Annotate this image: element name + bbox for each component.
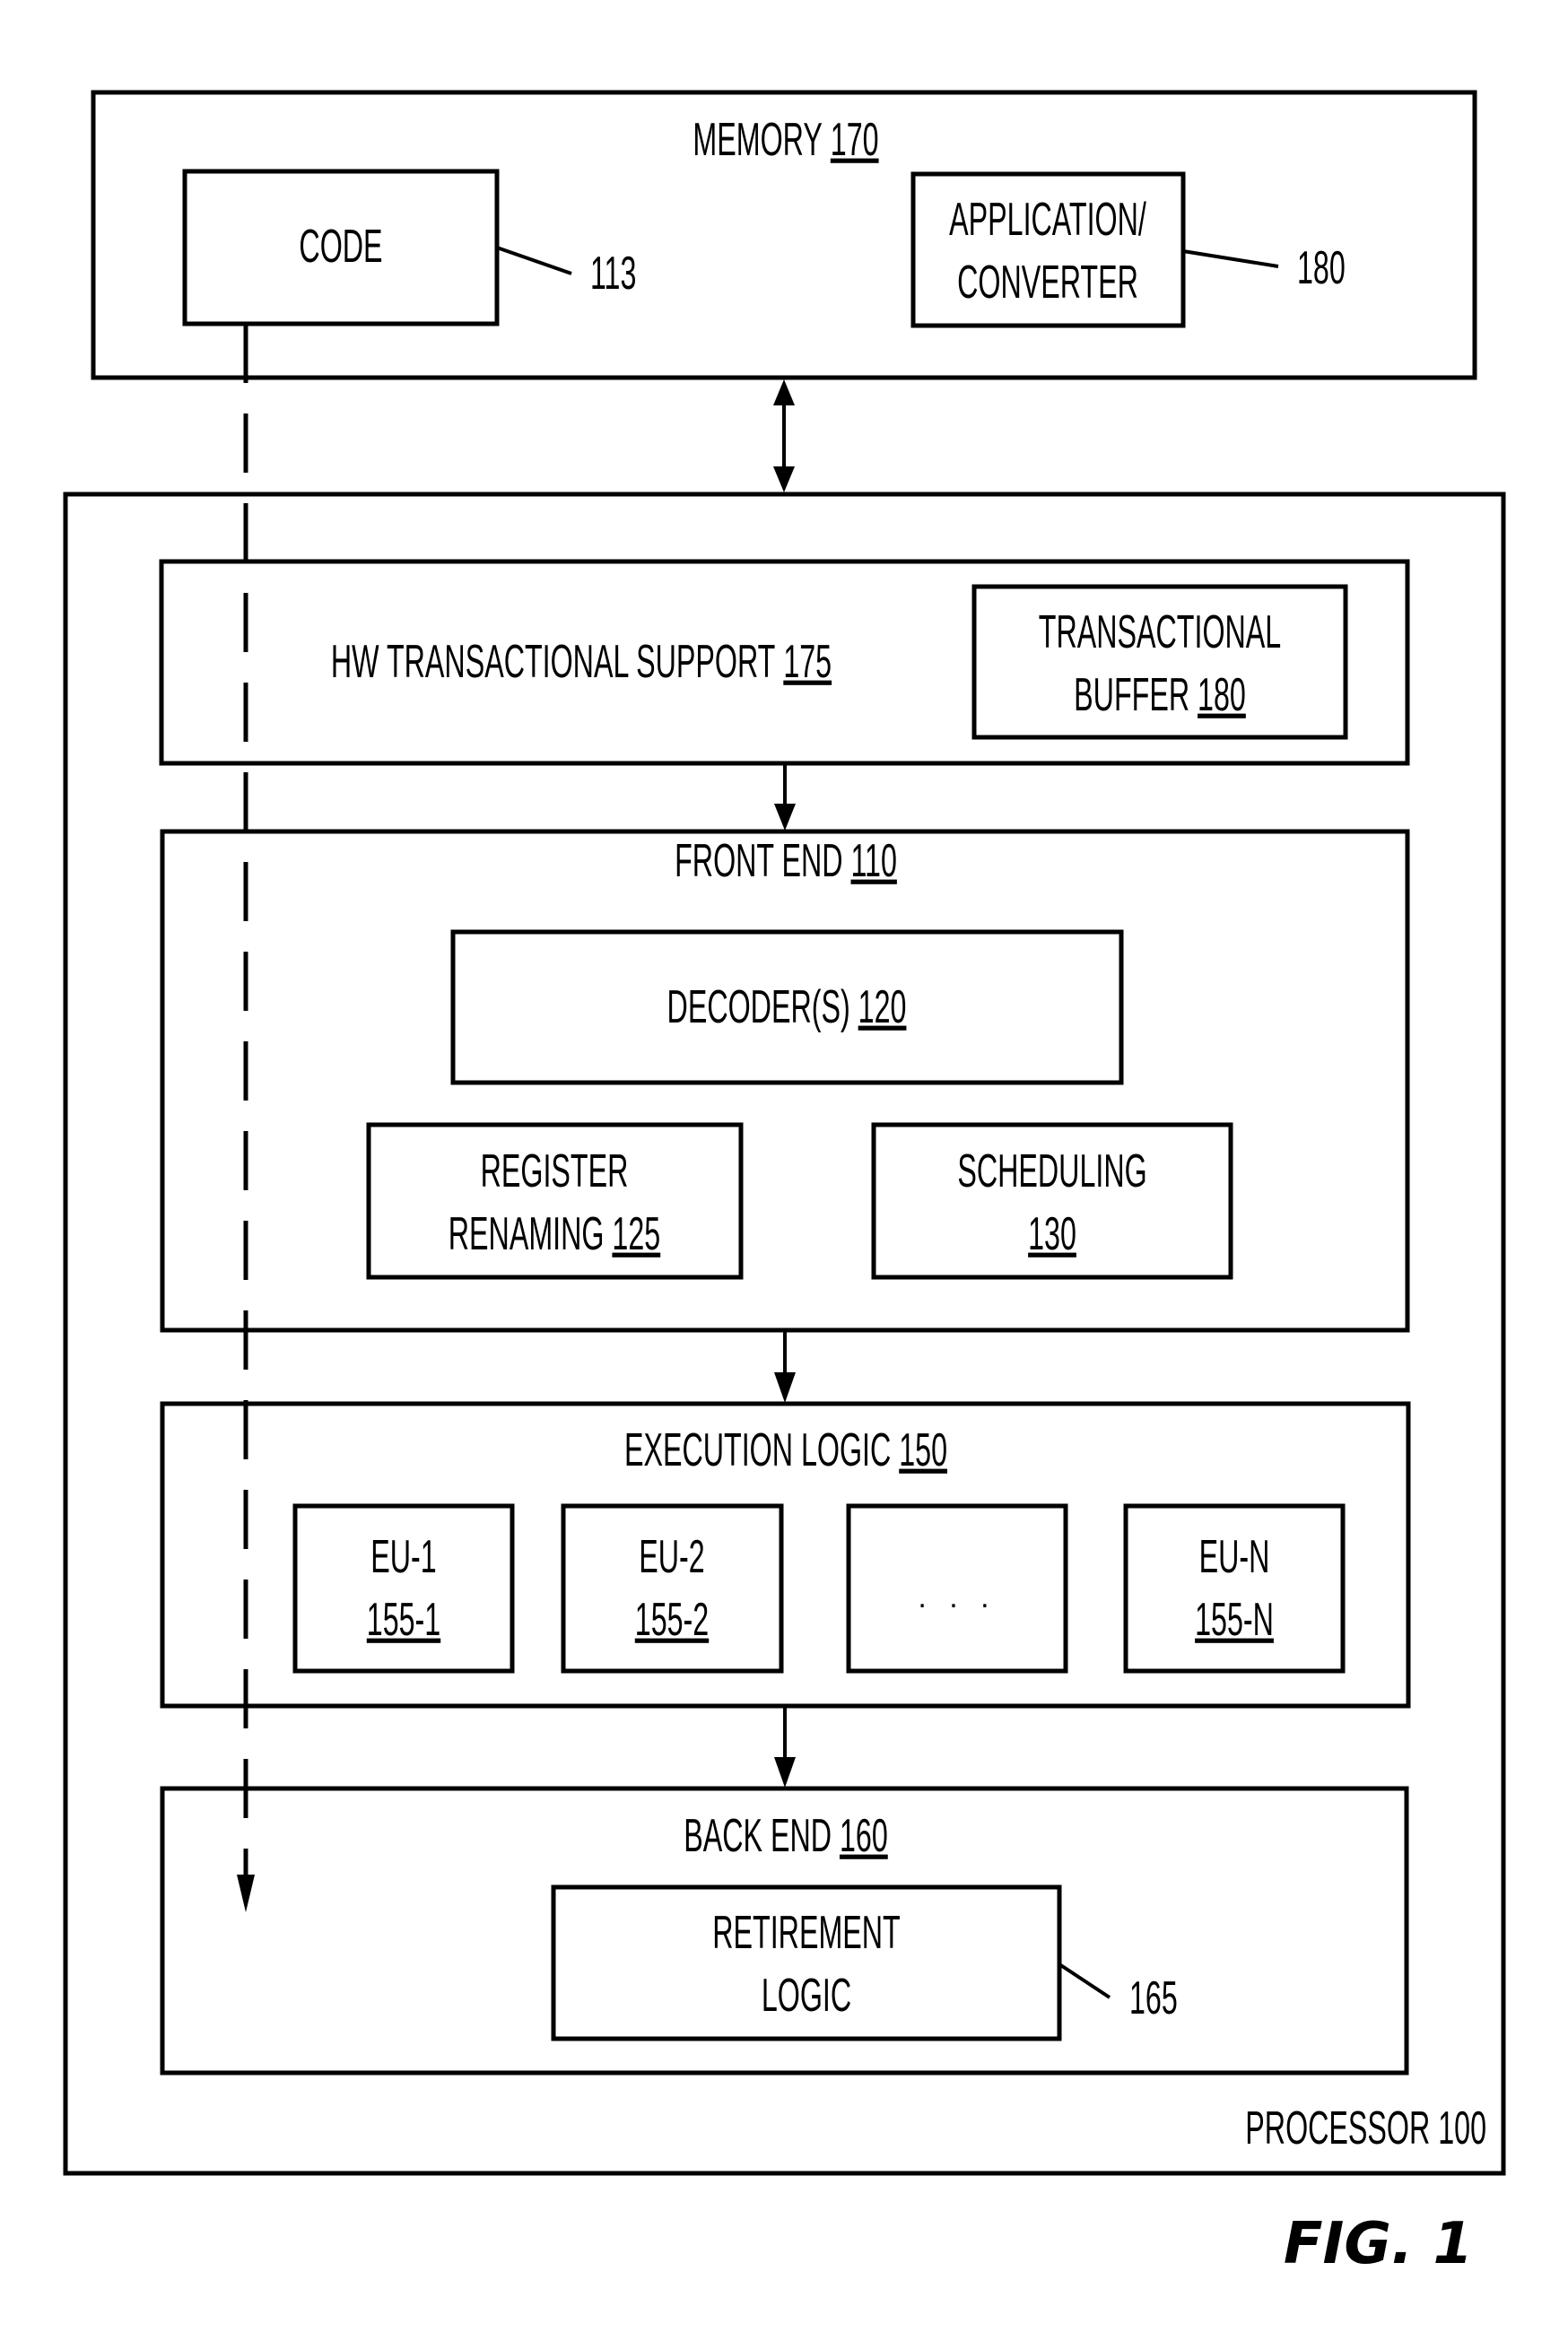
- application-label-line1: APPLICATION/: [949, 194, 1146, 246]
- eu-1-ref: 155-1: [367, 1594, 440, 1646]
- front-end-block: FRONT END 110 DECODER(S) 120 REGISTER RE…: [160, 829, 1410, 1333]
- processor-label: PROCESSOR 100: [1245, 2102, 1486, 2154]
- arrow-down-icon: [237, 1875, 255, 1912]
- retirement-logic-line1: RETIREMENT: [712, 1907, 900, 1959]
- back-end-title: BACK END 160: [684, 1810, 888, 1862]
- arrow-down-icon: [773, 466, 795, 492]
- back-end-block: BACK END 160 RETIREMENT LOGIC 165: [160, 1786, 1409, 2076]
- execution-unit-ellipsis: . . .: [846, 1503, 1068, 1674]
- memory-title: MEMORY 170: [693, 114, 878, 166]
- scheduling-ref: 130: [1028, 1208, 1076, 1260]
- ellipsis-text: . . .: [918, 1580, 996, 1614]
- decoder-label: DECODER(S) 120: [667, 981, 907, 1033]
- arrow-up-icon: [773, 379, 795, 405]
- arrow-down-icon: [774, 804, 796, 831]
- front-end-title: FRONT END 110: [675, 835, 897, 887]
- eu-2-name: EU-2: [639, 1531, 704, 1583]
- transactional-buffer-line2: BUFFER 180: [1074, 669, 1246, 721]
- application-callout: 180: [1297, 242, 1346, 294]
- execution-to-backend-arrow: [774, 1706, 796, 1788]
- code-label: CODE: [299, 221, 382, 273]
- register-renaming-line1: REGISTER: [481, 1145, 629, 1197]
- scheduling-label: SCHEDULING: [957, 1145, 1146, 1197]
- execution-unit: EU-2 155-2: [561, 1503, 784, 1674]
- code-callout: 113: [590, 248, 636, 300]
- hw-transactional-support-title: HW TRANSACTIONAL SUPPORT 175: [331, 636, 832, 688]
- retirement-callout: 165: [1129, 1972, 1178, 2024]
- eu-1-name: EU-1: [370, 1531, 436, 1583]
- retirement-logic-line2: LOGIC: [762, 1970, 851, 2022]
- processor-block: PROCESSOR 100 HW TRANSACTIONAL SUPPORT 1…: [63, 492, 1506, 2176]
- figure-label: FIG. 1: [1284, 2211, 1473, 2277]
- frontend-to-execution-arrow: [774, 1330, 796, 1403]
- memory-block: MEMORY 170 CODE 113 APPLICATION/ CONVERT…: [91, 90, 1477, 380]
- arrow-down-icon: [774, 1757, 796, 1788]
- eu-n-name: EU-N: [1199, 1531, 1270, 1583]
- execution-unit: EU-1 155-1: [292, 1503, 515, 1674]
- processor-block-diagram: MEMORY 170 CODE 113 APPLICATION/ CONVERT…: [63, 90, 1506, 2277]
- eu-n-ref: 155-N: [1195, 1594, 1274, 1646]
- eu-2-ref: 155-2: [635, 1594, 709, 1646]
- execution-logic-block: EXECUTION LOGIC 150 EU-1 155-1 EU-2 155-…: [160, 1401, 1411, 1709]
- hw-to-frontend-arrow: [774, 763, 796, 831]
- application-leader-line: [1182, 249, 1279, 268]
- execution-unit: EU-N 155-N: [1123, 1503, 1346, 1674]
- memory-ref: 170: [831, 114, 879, 166]
- execution-logic-title: EXECUTION LOGIC 150: [624, 1424, 947, 1476]
- retirement-leader-line: [1058, 1962, 1111, 1999]
- register-renaming-line2: RENAMING 125: [449, 1208, 660, 1260]
- memory-processor-bus-arrow: [773, 379, 795, 492]
- transactional-buffer-line1: TRANSACTIONAL: [1039, 606, 1281, 658]
- arrow-down-icon: [774, 1372, 796, 1403]
- application-label-line2: CONVERTER: [957, 257, 1138, 309]
- code-leader-line: [496, 246, 572, 275]
- hw-transactional-support-block: HW TRANSACTIONAL SUPPORT 175 TRANSACTION…: [159, 559, 1410, 766]
